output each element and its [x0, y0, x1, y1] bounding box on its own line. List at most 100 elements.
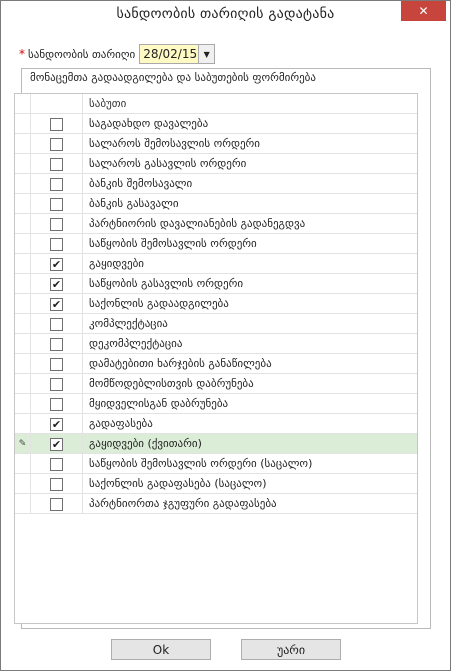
table-row[interactable]: კომპლექტაცია [15, 314, 417, 334]
row-indicator-cell [15, 354, 31, 374]
row-check-cell [31, 234, 83, 254]
edit-pencil-icon: ✎ [15, 434, 31, 454]
row-document-label: გადაფასება [89, 417, 153, 430]
table-row[interactable]: საწყობის შემოსავლის ორდერი (საცალო) [15, 454, 417, 474]
cancel-button[interactable]: უარი [241, 639, 341, 660]
row-check-cell [31, 394, 83, 414]
table-row[interactable]: საგადახდო დავალება [15, 114, 417, 134]
row-check-cell [31, 454, 83, 474]
row-document-label: კომპლექტაცია [89, 317, 168, 330]
table-row[interactable]: პარტნიორთა ჯგუფური გადაფასება [15, 494, 417, 514]
row-document-label: სალაროს შემოსავლის ორდერი [89, 137, 260, 150]
checkbox-unchecked[interactable] [50, 177, 63, 191]
row-check-cell [31, 114, 83, 134]
checkbox-checked[interactable]: ✔ [50, 257, 63, 271]
row-check-cell [31, 354, 83, 374]
table-row[interactable]: პარტნიორის დავალიანების გადანეგდვა [15, 214, 417, 234]
row-check-cell [31, 214, 83, 234]
checkbox-unchecked[interactable] [50, 477, 63, 491]
table-row[interactable]: ბანკის გასავალი [15, 194, 417, 214]
title-bar[interactable]: სანდოობის თარიღის გადატანა ✕ [1, 1, 450, 31]
table-row[interactable]: საქონლის გადაფასება (საცალო) [15, 474, 417, 494]
table-row[interactable]: ✎ ✔ გაყიდვები (ქვითარი) [15, 434, 417, 454]
row-document-label: პარტნიორთა ჯგუფური გადაფასება [89, 497, 277, 510]
checkbox-checked[interactable]: ✔ [50, 437, 63, 451]
row-check-cell [31, 194, 83, 214]
row-document-label: მყიდველისგან დაბრუნება [89, 397, 229, 410]
row-indicator-cell [15, 234, 31, 254]
date-dropdown-button[interactable]: ▼ [199, 44, 216, 64]
table-row[interactable]: ✔ გადაფასება [15, 414, 417, 434]
row-check-cell: ✔ [31, 414, 83, 434]
row-indicator-cell [15, 174, 31, 194]
table-row[interactable]: მომწოდებლისთვის დაბრუნება [15, 374, 417, 394]
table-row[interactable]: მყიდველისგან დაბრუნება [15, 394, 417, 414]
row-indicator-cell [15, 474, 31, 494]
table-row[interactable]: ✔ საწყობის გასავლის ორდერი [15, 274, 417, 294]
row-check-cell: ✔ [31, 274, 83, 294]
row-document-label: გაყიდვები (ქვითარი) [89, 437, 202, 450]
row-document-label: საქონლის გადაადგილება [89, 297, 229, 310]
checkbox-unchecked[interactable] [50, 397, 63, 411]
row-document-label: დეკომპლექტაცია [89, 337, 183, 350]
table-row[interactable]: სალაროს შემოსავლის ორდერი [15, 134, 417, 154]
row-document-label: ბანკის გასავალი [89, 197, 179, 210]
row-indicator-cell [15, 294, 31, 314]
documents-grid: საბუთი საგადახდო დავალება სალაროს შემოსავ… [14, 93, 418, 624]
table-row[interactable]: ✔ საქონლის გადაადგილება [15, 294, 417, 314]
ok-button[interactable]: Ok [111, 639, 211, 660]
close-button[interactable]: ✕ [401, 1, 446, 21]
table-row[interactable]: საწყობის შემოსავლის ორდერი [15, 234, 417, 254]
checkbox-unchecked[interactable] [50, 317, 63, 331]
row-indicator-cell [15, 254, 31, 274]
row-document-label: საქონლის გადაფასება (საცალო) [89, 477, 267, 490]
checkbox-unchecked[interactable] [50, 217, 63, 231]
table-row[interactable]: სალაროს გასავლის ორდერი [15, 154, 417, 174]
checkbox-checked[interactable]: ✔ [50, 417, 63, 431]
row-check-cell [31, 334, 83, 354]
header-check-cell [31, 94, 83, 114]
table-row[interactable]: ✔ გაყიდვები [15, 254, 417, 274]
checkbox-unchecked[interactable] [50, 237, 63, 251]
row-check-cell [31, 494, 83, 514]
row-indicator-cell [15, 214, 31, 234]
row-document-label: საგადახდო დავალება [89, 117, 209, 130]
row-document-label: ბანკის შემოსავალი [89, 177, 193, 190]
checkbox-unchecked[interactable] [50, 357, 63, 371]
row-document-label: საწყობის შემოსავლის ორდერი (საცალო) [89, 457, 313, 470]
checkbox-checked[interactable]: ✔ [50, 277, 63, 291]
table-row[interactable]: ბანკის შემოსავალი [15, 174, 417, 194]
group-title: მონაცემთა გადაადგილება და საბუთების ფორმ… [30, 71, 316, 84]
checkbox-unchecked[interactable] [50, 197, 63, 211]
checkbox-unchecked[interactable] [50, 157, 63, 171]
row-document-label: გაყიდვები [89, 257, 144, 270]
header-document-label: საბუთი [89, 97, 127, 110]
row-document-label: პარტნიორის დავალიანების გადანეგდვა [89, 217, 306, 230]
row-document-label: სალაროს გასავლის ორდერი [89, 157, 247, 170]
checkbox-unchecked[interactable] [50, 337, 63, 351]
row-indicator-cell [15, 154, 31, 174]
row-indicator-cell [15, 394, 31, 414]
table-row[interactable]: დეკომპლექტაცია [15, 334, 417, 354]
date-input[interactable]: 28/02/15 [139, 44, 200, 64]
row-check-cell [31, 374, 83, 394]
checkbox-unchecked[interactable] [50, 497, 63, 511]
row-check-cell: ✔ [31, 434, 83, 454]
row-check-cell [31, 474, 83, 494]
row-document-label: მომწოდებლისთვის დაბრუნება [89, 377, 254, 390]
row-check-cell [31, 154, 83, 174]
table-row[interactable]: დამატებითი ხარჯების განაწილება [15, 354, 417, 374]
checkbox-unchecked[interactable] [50, 137, 63, 151]
row-indicator-cell [15, 194, 31, 214]
row-indicator-cell [15, 134, 31, 154]
checkbox-unchecked[interactable] [50, 377, 63, 391]
checkbox-unchecked[interactable] [50, 117, 63, 131]
row-document-label: საწყობის გასავლის ორდერი [89, 277, 244, 290]
checkbox-checked[interactable]: ✔ [50, 297, 63, 311]
row-indicator-cell [15, 374, 31, 394]
row-check-cell: ✔ [31, 294, 83, 314]
header-indicator-cell [15, 94, 31, 114]
row-indicator-cell [15, 494, 31, 514]
dialog-window: სანდოობის თარიღის გადატანა ✕ * სანდოობის… [0, 0, 451, 671]
checkbox-unchecked[interactable] [50, 457, 63, 471]
